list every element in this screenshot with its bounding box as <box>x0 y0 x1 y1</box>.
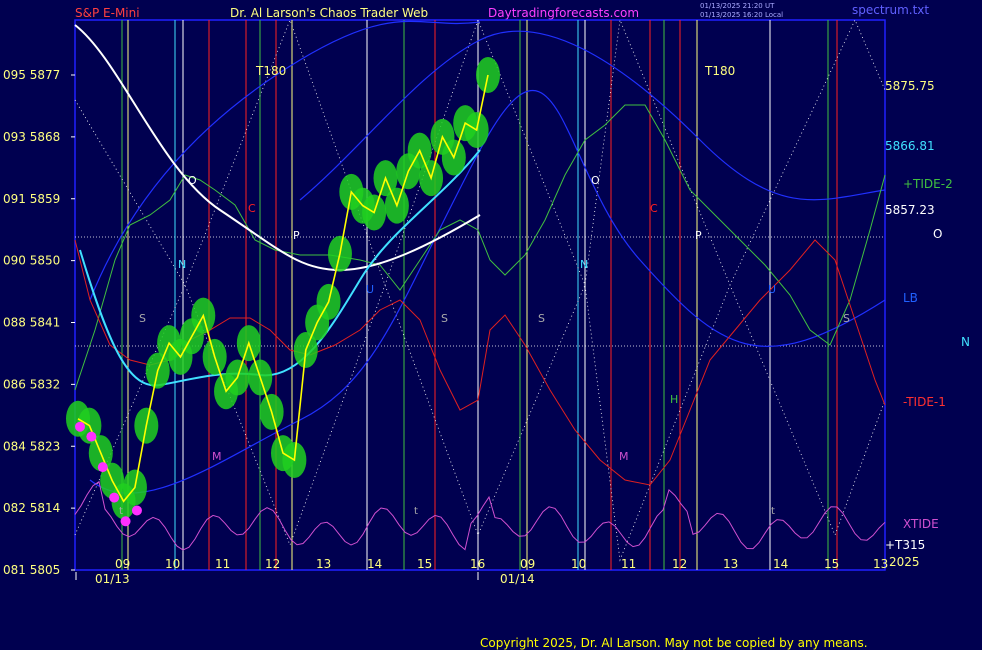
y-tick-label: 095 5877 <box>3 68 60 82</box>
planet-u-right: U <box>768 283 776 296</box>
x-tick-label: 15 <box>417 557 432 571</box>
tide2-label: +TIDE-2 <box>903 177 953 191</box>
tide1-label: -TIDE-1 <box>903 395 946 409</box>
planet-t-1: t <box>414 506 418 517</box>
right-price-2: 5866.81 <box>885 139 935 153</box>
y-tick-label: 086 5832 <box>3 377 60 391</box>
cycle-zigzag-a <box>74 18 886 537</box>
xtide-label: XTIDE <box>903 517 939 531</box>
planet-o-left: O <box>188 174 197 187</box>
price-marker <box>131 505 142 516</box>
planet-o-right: O <box>591 174 600 187</box>
planet-s-right-1: S <box>538 312 545 325</box>
planet-t-3: t <box>119 506 123 517</box>
planet-h-right: H <box>670 393 678 406</box>
xtide-line <box>74 480 886 551</box>
t180-label-left: T180 <box>255 64 286 78</box>
price-marker <box>75 421 85 432</box>
chart-area: S&P E-Mini Dr. Al Larson's Chaos Trader … <box>3 2 970 586</box>
planet-m-left: M <box>212 450 222 463</box>
x-tick-label: 12 <box>265 557 280 571</box>
copyright-notice: Copyright 2025, Dr. Al Larson. May not b… <box>480 636 868 650</box>
date-label-1: 01/13 <box>95 572 130 586</box>
planet-t-2: t <box>771 506 775 517</box>
y-tick-label: 081 5805 <box>3 563 60 577</box>
plot-frame <box>74 19 886 571</box>
x-tick-label: 09 <box>115 557 130 571</box>
o-right-label: O <box>933 227 942 241</box>
x-tick-label: 13 <box>873 557 888 571</box>
y-tick-label: 093 5868 <box>3 130 60 144</box>
y-axis: 095 5877 093 5868 091 5859 090 5850 088 5841… <box>3 68 75 577</box>
timestamp-local: 01/13/2025 16:20 Local <box>700 11 783 19</box>
year-label: 2025 <box>889 555 920 569</box>
lb-label: LB <box>903 291 918 305</box>
spectrum-file-label: spectrum.txt <box>852 3 929 17</box>
x-tick-label: 10 <box>571 557 586 571</box>
x-tick-label: 13 <box>723 557 738 571</box>
x-tick-label: 11 <box>621 557 636 571</box>
instrument-title: S&P E-Mini <box>75 6 140 20</box>
x-tick-label: 10 <box>165 557 180 571</box>
x-tick-label: 14 <box>773 557 788 571</box>
x-tick-label: 13 <box>316 557 331 571</box>
site-url: Daytradingforecasts.com <box>488 6 639 20</box>
planet-m-right: M <box>619 450 629 463</box>
x-axis: 09 10 11 12 13 14 15 16 09 10 11 12 13 14 15 13 <box>115 557 888 571</box>
planet-s-left-2: S <box>441 312 448 325</box>
t180-label-right: T180 <box>704 64 735 78</box>
n-right-label: N <box>961 335 970 349</box>
y-tick-label: 088 5841 <box>3 316 60 330</box>
t315-label: +T315 <box>885 538 925 552</box>
price-marker <box>86 431 97 442</box>
planet-s-left-1: S <box>139 312 146 325</box>
x-tick-label: 15 <box>824 557 839 571</box>
x-tick-label: 11 <box>215 557 230 571</box>
planet-u-left: U <box>366 283 374 296</box>
price-marker <box>120 516 131 527</box>
time-lines <box>121 20 838 570</box>
tide1-line <box>74 239 886 486</box>
planet-s-right-2: S <box>843 312 850 325</box>
site-owner-title: Dr. Al Larson's Chaos Trader Web <box>230 6 428 20</box>
right-price-1: 5875.75 <box>885 79 935 93</box>
planet-n-left: N <box>178 258 186 271</box>
planet-c-right: C <box>650 202 658 215</box>
right-price-3: 5857.23 <box>885 203 935 217</box>
x-tick-label: 09 <box>520 557 535 571</box>
price-marker <box>109 492 120 503</box>
cycle-zigzag-b <box>74 18 886 562</box>
planet-c-left: C <box>248 202 256 215</box>
planet-n-right: N <box>580 258 588 271</box>
y-tick-label: 091 5859 <box>3 192 60 206</box>
planet-p-left: P <box>293 229 300 242</box>
timestamp-ut: 01/13/2025 21:20 UT <box>700 2 775 10</box>
y-tick-label: 090 5850 <box>3 254 60 268</box>
y-tick-label: 084 5823 <box>3 439 60 453</box>
x-tick-label: 14 <box>367 557 382 571</box>
date-label-2: 01/14 <box>500 572 535 586</box>
x-tick-label: 12 <box>672 557 687 571</box>
x-tick-label: 16 <box>470 557 485 571</box>
planet-p-right: P <box>695 229 702 242</box>
price-marker <box>97 462 108 473</box>
y-tick-label: 082 5814 <box>3 501 60 515</box>
